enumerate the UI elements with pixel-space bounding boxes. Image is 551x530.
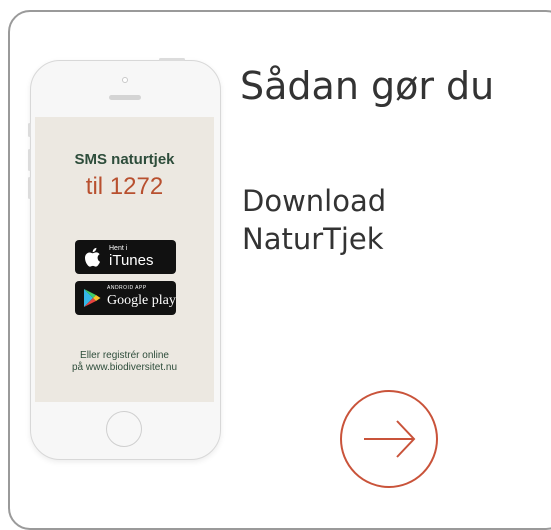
page-title: Sådan gør du — [240, 64, 495, 108]
sms-number: til 1272 — [85, 173, 164, 200]
phone-camera — [122, 77, 128, 83]
itunes-badge[interactable]: Hent i iTunes — [75, 240, 176, 274]
phone-volume-up — [28, 149, 31, 171]
arrow-right-icon — [340, 390, 438, 488]
register-online-text: Eller registrér online på www.biodiversi… — [35, 350, 214, 374]
itunes-badge-text: iTunes — [109, 252, 154, 269]
google-play-badge[interactable]: ANDROID APP Google play — [75, 281, 176, 315]
phone-speaker — [109, 95, 141, 100]
subtitle-line-2: NaturTjek — [242, 222, 384, 256]
phone-screen: SMS naturtjek til 1272 Hent i iTunes AND… — [35, 117, 214, 402]
register-line-1: Eller registrér online — [80, 350, 169, 361]
phone-power-button — [159, 58, 185, 61]
google-play-badge-text: Google play — [107, 293, 176, 308]
next-arrow-button[interactable] — [339, 389, 439, 489]
apple-icon — [85, 247, 100, 267]
google-play-badge-small-text: ANDROID APP — [107, 285, 147, 291]
google-play-icon — [84, 289, 101, 307]
subtitle-line-1: Download — [242, 184, 387, 218]
sms-text: SMS naturtjek — [74, 151, 175, 168]
itunes-badge-small-text: Hent i — [109, 245, 128, 252]
phone-mute-switch — [28, 123, 31, 137]
register-line-2: på www.biodiversitet.nu — [71, 362, 178, 373]
phone-volume-down — [28, 177, 31, 199]
phone-home-button — [106, 411, 142, 447]
phone-mockup: SMS naturtjek til 1272 Hent i iTunes AND… — [28, 58, 221, 460]
download-subtitle: Download NaturTjek — [242, 182, 442, 258]
